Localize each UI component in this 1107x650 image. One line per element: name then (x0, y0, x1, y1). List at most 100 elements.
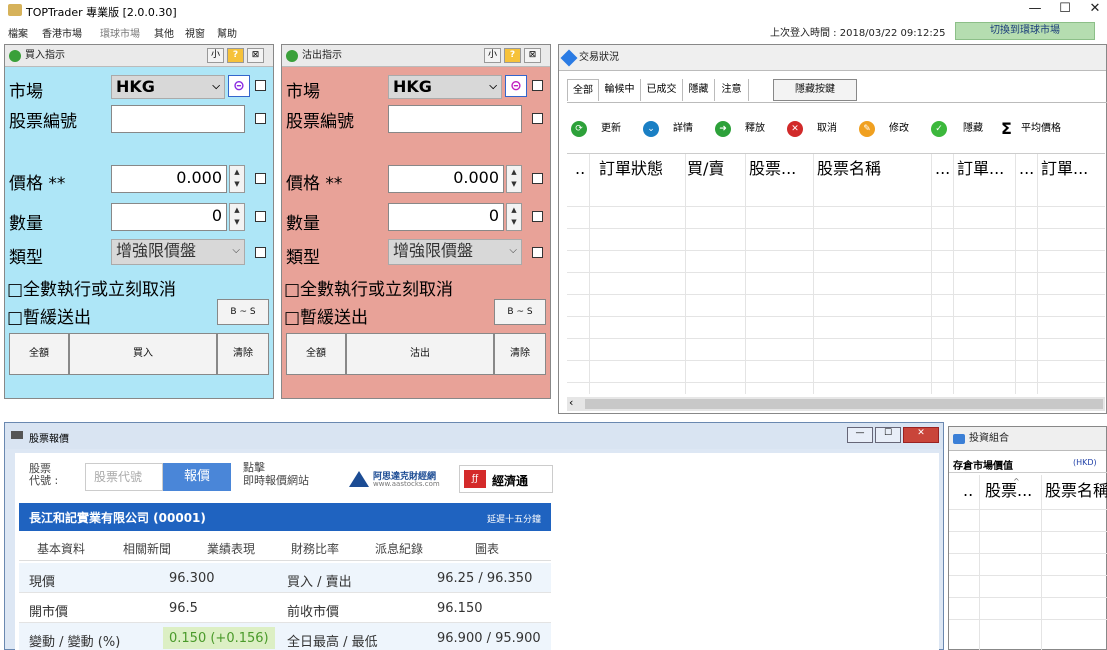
col-more-3[interactable]: ... (1019, 154, 1034, 184)
refresh-icon[interactable]: ⟳ (571, 121, 587, 137)
tab-hidden[interactable]: 隱藏 (683, 79, 715, 101)
hide-buttons-button[interactable]: 隱藏按鍵 (773, 79, 857, 101)
col-stock-name[interactable]: 股票名稱 (817, 154, 881, 184)
sell-qty-spinner[interactable]: ▲ ▼ (506, 203, 522, 231)
sell-market-select[interactable]: HKG ⌵ (388, 75, 502, 99)
sell-fok-checkbox[interactable]: □全數執行或立刻取消 (284, 275, 453, 300)
col-more-2[interactable]: ... (935, 154, 950, 184)
buy-submit-button[interactable]: 買入 (69, 333, 217, 375)
link-icon[interactable]: ⊝ (505, 75, 527, 97)
sell-price-spinner[interactable]: ▲ ▼ (506, 165, 522, 193)
sell-price-input[interactable]: 0.000 (388, 165, 504, 193)
buy-price-input[interactable]: 0.000 (111, 165, 227, 193)
menu-hk-market[interactable]: 香港市場 (42, 25, 82, 40)
details-icon[interactable]: ⌄ (643, 121, 659, 137)
buy-small-button[interactable]: 小 (207, 48, 224, 63)
buy-qty-checkbox[interactable] (255, 211, 266, 222)
tab-pending[interactable]: 輪候中 (599, 79, 641, 101)
col-stock-code[interactable]: 股票... (749, 154, 796, 184)
tab-basic-info[interactable]: 基本資料 (37, 540, 85, 557)
col-order-1[interactable]: 訂單... (957, 154, 1004, 184)
minimize-button[interactable]: — (1020, 1, 1050, 21)
quote-maximize-button[interactable]: ☐ (875, 427, 901, 443)
sigma-icon[interactable]: Σ (1001, 119, 1012, 138)
hide-button[interactable]: 隱藏 (963, 117, 983, 141)
menu-global-market[interactable]: 環球市場 (100, 25, 140, 40)
sell-stock-checkbox[interactable] (532, 113, 543, 124)
tab-filled[interactable]: 已成交 (641, 79, 683, 101)
buy-bs-button[interactable]: B ~ S (217, 299, 269, 325)
col-order-2[interactable]: 訂單... (1041, 154, 1088, 184)
sell-stock-input[interactable] (388, 105, 522, 133)
sell-help-icon[interactable]: ? (504, 48, 521, 63)
buy-stock-input[interactable] (111, 105, 245, 133)
menu-other[interactable]: 其他 (154, 25, 174, 40)
up-arrow-icon[interactable]: ▲ (230, 204, 244, 216)
buy-price-spinner[interactable]: ▲ ▼ (229, 165, 245, 193)
buy-all-button[interactable]: 全額 (9, 333, 69, 375)
cancel-button[interactable]: 取消 (817, 117, 837, 141)
buy-market-select[interactable]: HKG ⌵ (111, 75, 225, 99)
menu-file[interactable]: 檔案 (8, 25, 28, 40)
sell-bs-button[interactable]: B ~ S (494, 299, 546, 325)
tab-all[interactable]: 全部 (567, 79, 599, 101)
up-arrow-icon[interactable]: ▲ (507, 204, 521, 216)
tab-chart[interactable]: 圖表 (475, 540, 499, 557)
menu-window[interactable]: 視窗 (185, 25, 205, 40)
buy-qty-spinner[interactable]: ▲ ▼ (229, 203, 245, 231)
sell-submit-button[interactable]: 沽出 (346, 333, 494, 375)
buy-clear-button[interactable]: 清除 (217, 333, 269, 375)
up-arrow-icon[interactable]: ▲ (230, 166, 244, 178)
average-price-button[interactable]: 平均價格 (1021, 117, 1061, 141)
quote-close-button[interactable]: ✕ (903, 427, 939, 443)
stock-code-input[interactable]: 股票代號 (85, 463, 163, 491)
portfolio-col-code[interactable]: 股票... (985, 481, 1032, 501)
buy-price-checkbox[interactable] (255, 173, 266, 184)
realtime-quote-link[interactable]: 點擊 即時報價網站 (243, 461, 309, 487)
col-buy-sell[interactable]: 買/賣 (687, 154, 724, 184)
sell-type-checkbox[interactable] (532, 247, 543, 258)
details-button[interactable]: 詳情 (673, 117, 693, 141)
buy-hold-checkbox[interactable]: □暫緩送出 (7, 303, 91, 328)
tab-ratios[interactable]: 財務比率 (291, 540, 339, 557)
modify-button[interactable]: 修改 (889, 117, 909, 141)
sell-price-checkbox[interactable] (532, 173, 543, 184)
buy-market-checkbox[interactable] (255, 80, 266, 91)
orders-horizontal-scrollbar[interactable]: ‹ (567, 396, 1105, 411)
tab-dividends[interactable]: 派息紀錄 (375, 540, 423, 557)
quote-button[interactable]: 報價 (163, 463, 231, 491)
sell-market-checkbox[interactable] (532, 80, 543, 91)
release-icon[interactable]: ➜ (715, 121, 731, 137)
down-arrow-icon[interactable]: ▼ (507, 216, 521, 228)
link-icon[interactable]: ⊝ (228, 75, 250, 97)
sell-clear-button[interactable]: 清除 (494, 333, 546, 375)
sell-qty-input[interactable]: 0 (388, 203, 504, 231)
check-icon[interactable]: ✓ (931, 121, 947, 137)
cancel-icon[interactable]: ✕ (787, 121, 803, 137)
tab-attention[interactable]: 注意 (715, 79, 749, 101)
buy-close-icon[interactable]: ⊠ (247, 48, 264, 63)
menu-help[interactable]: 幫助 (217, 25, 237, 40)
maximize-button[interactable]: ☐ (1050, 1, 1080, 21)
down-arrow-icon[interactable]: ▼ (507, 178, 521, 190)
sell-type-select[interactable]: 增強限價盤 ⌵ (388, 239, 522, 265)
scrollbar-thumb[interactable] (585, 399, 1103, 409)
close-button[interactable]: ✕ (1080, 1, 1107, 21)
tab-news[interactable]: 相關新聞 (123, 540, 171, 557)
sell-small-button[interactable]: 小 (484, 48, 501, 63)
buy-qty-input[interactable]: 0 (111, 203, 227, 231)
sell-qty-checkbox[interactable] (532, 211, 543, 222)
sell-all-button[interactable]: 全額 (286, 333, 346, 375)
quote-minimize-button[interactable]: — (847, 427, 873, 443)
buy-fok-checkbox[interactable]: □全數執行或立刻取消 (7, 275, 176, 300)
down-arrow-icon[interactable]: ▼ (230, 178, 244, 190)
sell-close-icon[interactable]: ⊠ (524, 48, 541, 63)
up-arrow-icon[interactable]: ▲ (507, 166, 521, 178)
portfolio-col-name[interactable]: 股票名稱 (1045, 481, 1107, 501)
switch-market-button[interactable]: 切換到環球市場 (955, 22, 1095, 40)
buy-type-select[interactable]: 增強限價盤 ⌵ (111, 239, 245, 265)
release-button[interactable]: 釋放 (745, 117, 765, 141)
col-more[interactable]: .. (575, 154, 585, 184)
aastocks-logo[interactable]: 阿思達克財經網 www.aastocks.com (349, 467, 459, 491)
tab-performance[interactable]: 業績表現 (207, 540, 255, 557)
